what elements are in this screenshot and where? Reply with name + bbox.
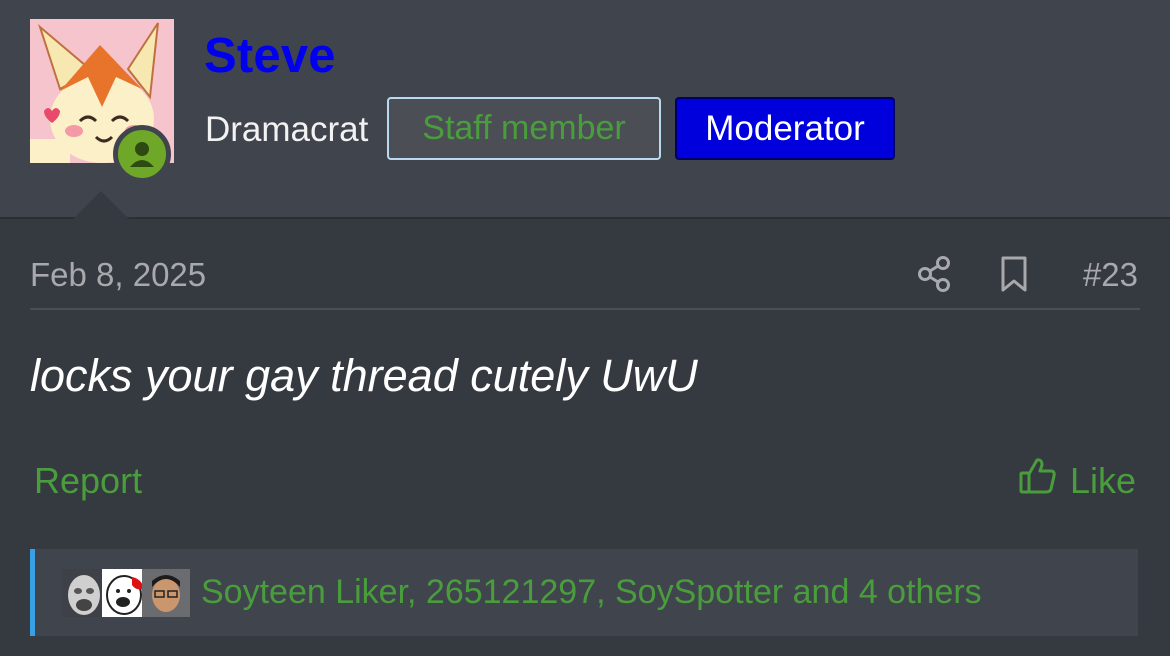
post-date[interactable]: Feb 8, 2025 [30, 256, 206, 294]
user-online-icon [113, 125, 171, 183]
thumbs-up-icon [1018, 456, 1058, 505]
username-link[interactable]: Steve [204, 28, 336, 84]
reactor-avatar[interactable] [142, 569, 190, 617]
reactions-bar[interactable]: Soyteen Liker, 265121297, SoySpotter and… [30, 549, 1138, 636]
moderator-badge: Moderator [675, 97, 895, 160]
user-header: Steve Dramacrat Staff member Moderator [0, 0, 1170, 219]
post-number-link[interactable]: #23 [1083, 256, 1138, 294]
like-button[interactable]: Like [1018, 456, 1136, 505]
user-title: Dramacrat [205, 110, 369, 149]
reactions-summary-link[interactable]: Soyteen Liker, 265121297, SoySpotter and… [201, 573, 982, 612]
report-button[interactable]: Report [34, 460, 142, 502]
reaction-avatars [62, 569, 192, 617]
post-meta-bar: Feb 8, 2025 #23 [30, 248, 1140, 310]
like-label: Like [1069, 459, 1136, 501]
header-pointer [73, 191, 129, 219]
share-icon[interactable] [916, 254, 952, 294]
post-body-text: locks your gay thread cutely UwU [30, 350, 698, 401]
staff-member-badge: Staff member [387, 97, 661, 160]
bookmark-icon[interactable] [997, 254, 1031, 294]
